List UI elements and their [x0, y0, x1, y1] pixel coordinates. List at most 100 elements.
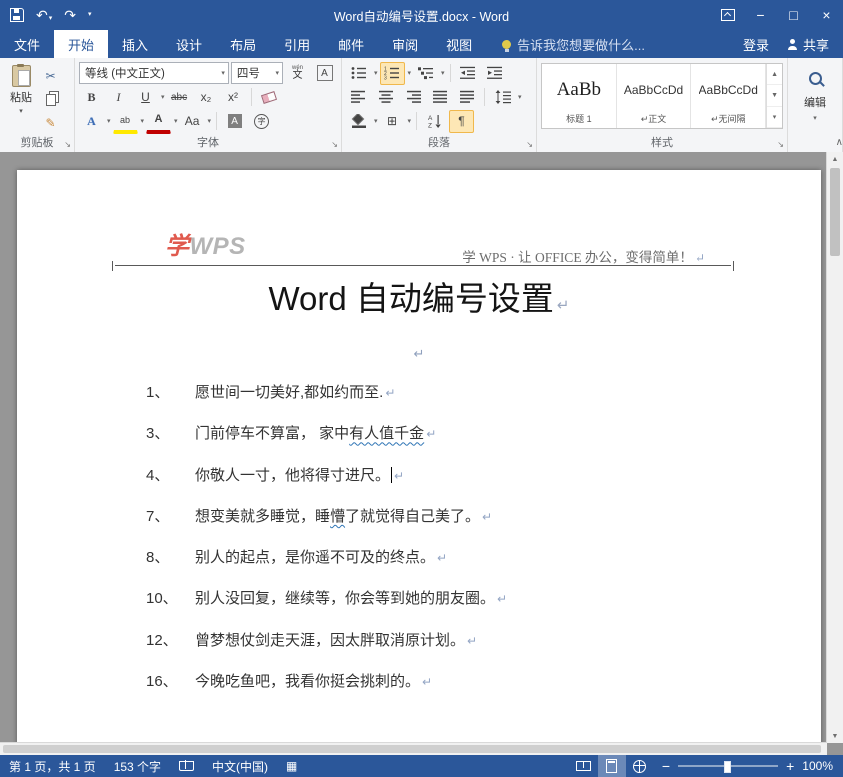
text-effects-button[interactable]: A: [79, 110, 104, 133]
search-button[interactable]: [803, 67, 828, 90]
show-formatting-marks-button[interactable]: ¶: [449, 110, 474, 133]
print-layout-button[interactable]: [598, 755, 626, 777]
list-item[interactable]: 16、今晚吃鱼吧，我看你挺会挑刺的。↵: [146, 671, 761, 693]
document-title[interactable]: Word 自动编号设置↵: [17, 276, 821, 329]
align-left-button[interactable]: [346, 86, 371, 109]
list-item[interactable]: 12、曾梦想仗剑走天涯，因太胖取消原计划。↵: [146, 630, 761, 652]
collapse-ribbon-button[interactable]: ∧: [836, 137, 843, 148]
clear-formatting-button[interactable]: [257, 86, 282, 109]
list-item[interactable]: 1、愿世间一切美好,都如约而至.↵: [146, 382, 761, 404]
tab-布局[interactable]: 布局: [216, 30, 270, 58]
zoom-slider[interactable]: [678, 765, 778, 767]
list-item[interactable]: 4、你敬人一寸，他将得寸进尺。↵: [146, 465, 761, 487]
styles-scroll-down-button[interactable]: ▼: [767, 85, 782, 106]
superscript-button[interactable]: x²: [221, 86, 246, 109]
numbering-button[interactable]: 123: [380, 62, 405, 85]
close-button[interactable]: ×: [810, 0, 843, 30]
tab-设计[interactable]: 设计: [162, 30, 216, 58]
tab-邮件[interactable]: 邮件: [324, 30, 378, 58]
horizontal-scrollbar-thumb[interactable]: [3, 745, 821, 753]
font-color-button[interactable]: A: [146, 108, 171, 134]
italic-button[interactable]: I: [106, 86, 131, 109]
font-name-combo[interactable]: 等线 (中文正文)▾: [79, 62, 229, 84]
list-item[interactable]: 3、门前停车不算富， 家中有人值千金↵: [146, 423, 761, 445]
word-count[interactable]: 153 个字: [105, 758, 170, 775]
language-indicator[interactable]: 中文(中国): [203, 758, 277, 775]
zoom-slider-thumb[interactable]: [724, 761, 731, 773]
format-painter-button[interactable]: ✎: [38, 112, 63, 134]
page-indicator[interactable]: 第 1 页，共 1 页: [0, 758, 105, 775]
enclose-character-icon: 字: [254, 114, 269, 129]
clipboard-dialog-launcher[interactable]: ↘: [64, 141, 71, 149]
tab-审阅[interactable]: 审阅: [378, 30, 432, 58]
increase-indent-button[interactable]: [483, 62, 508, 85]
styles-scroll-up-button[interactable]: ▲: [767, 64, 782, 85]
enclose-character-button[interactable]: 字: [249, 110, 274, 133]
zoom-out-button[interactable]: −: [662, 759, 670, 773]
tab-插入[interactable]: 插入: [108, 30, 162, 58]
style-normal[interactable]: AaBbCcDd ↵正文: [617, 64, 692, 128]
styles-more-button[interactable]: ▾: [767, 107, 782, 128]
maximize-button[interactable]: □: [777, 0, 810, 30]
justify-button[interactable]: [427, 86, 452, 109]
list-item-text: 愿世间一切美好,都如约而至.↵: [195, 382, 395, 404]
editing-menu-button[interactable]: 编辑 ▾: [792, 61, 838, 124]
list-item[interactable]: 10、别人没回复，继续等，你会等到她的朋友圈。↵: [146, 588, 761, 610]
undo-button[interactable]: ↶▾: [36, 7, 52, 24]
copy-button[interactable]: [38, 89, 63, 111]
bold-button[interactable]: B: [79, 86, 104, 109]
horizontal-scrollbar[interactable]: [0, 742, 827, 755]
align-center-button[interactable]: [373, 86, 398, 109]
shading-button[interactable]: [346, 110, 371, 133]
cut-button[interactable]: ✂: [38, 65, 63, 87]
tab-开始[interactable]: 开始: [54, 30, 108, 58]
underline-button[interactable]: U: [133, 86, 158, 109]
style-heading1[interactable]: AaBb 标题 1: [542, 64, 617, 128]
decrease-indent-button[interactable]: [456, 62, 481, 85]
zoom-level[interactable]: 100%: [802, 759, 843, 773]
bullets-button[interactable]: [346, 62, 371, 85]
strikethrough-button[interactable]: abc: [167, 86, 192, 109]
change-case-button[interactable]: Aa: [180, 110, 205, 133]
distributed-button[interactable]: [454, 86, 479, 109]
subscript-button[interactable]: x₂: [194, 86, 219, 109]
web-layout-button[interactable]: [626, 755, 654, 777]
tab-引用[interactable]: 引用: [270, 30, 324, 58]
font-dialog-launcher[interactable]: ↘: [331, 141, 338, 149]
character-shading-button[interactable]: A: [222, 110, 247, 133]
customize-qat-button[interactable]: ▾: [88, 10, 92, 20]
phonetic-guide-button[interactable]: wén文: [285, 62, 310, 85]
align-right-button[interactable]: [400, 86, 425, 109]
redo-button[interactable]: ↷: [64, 7, 76, 24]
vertical-scrollbar[interactable]: ▲ ▼: [826, 152, 843, 743]
read-mode-button[interactable]: [570, 755, 598, 777]
sort-button[interactable]: AZ: [422, 110, 447, 133]
ribbon-display-options-button[interactable]: [711, 0, 744, 30]
line-spacing-button[interactable]: [490, 86, 515, 109]
paste-button[interactable]: 粘贴 ▾: [4, 61, 38, 134]
input-mode-indicator[interactable]: ▦: [277, 760, 306, 772]
tell-me-box[interactable]: 告诉我您想要做什么...: [502, 30, 645, 58]
character-border-button[interactable]: A: [312, 62, 337, 85]
sign-in-button[interactable]: 登录: [743, 35, 769, 54]
borders-button[interactable]: ⊞: [380, 110, 405, 133]
paragraph-dialog-launcher[interactable]: ↘: [526, 141, 533, 149]
multilevel-list-button[interactable]: [413, 62, 438, 85]
list-item[interactable]: 8、别人的起点，是你遥不可及的终点。↵: [146, 547, 761, 569]
share-button[interactable]: 共享: [787, 35, 829, 54]
style-no-spacing[interactable]: AaBbCcDd ↵无间隔: [691, 64, 766, 128]
zoom-in-button[interactable]: +: [786, 759, 794, 773]
proofing-status[interactable]: [170, 761, 203, 771]
scroll-up-button[interactable]: ▲: [827, 152, 843, 166]
save-button[interactable]: [10, 8, 24, 22]
vertical-scrollbar-thumb[interactable]: [830, 168, 840, 256]
list-item[interactable]: 7、想变美就多睡觉，睡懵了就觉得自己美了。↵: [146, 506, 761, 528]
tab-视图[interactable]: 视图: [432, 30, 486, 58]
scroll-down-button[interactable]: ▼: [827, 729, 843, 743]
tab-file[interactable]: 文件: [0, 30, 54, 58]
highlight-color-button[interactable]: ab: [113, 108, 138, 134]
document-page[interactable]: 学WPS 学 WPS · 让 OFFICE 办公，变得简单！↵ Word 自动编…: [17, 170, 821, 743]
minimize-button[interactable]: −: [744, 0, 777, 30]
font-size-combo[interactable]: 四号▾: [231, 62, 283, 84]
styles-dialog-launcher[interactable]: ↘: [777, 141, 784, 149]
